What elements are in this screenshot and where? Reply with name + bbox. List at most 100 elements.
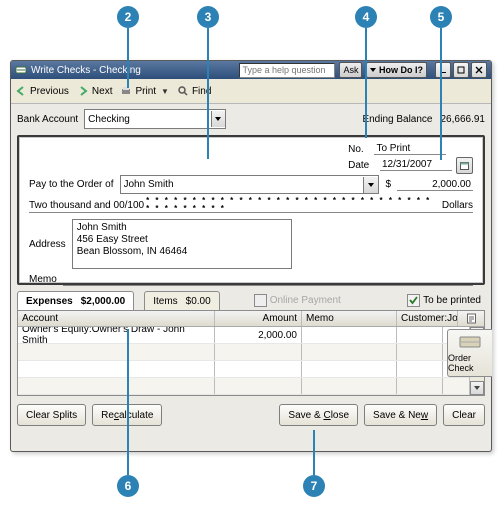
clear-splits-button[interactable]: Clear Splits — [17, 404, 86, 426]
save-new-label: Save & New — [373, 410, 428, 421]
cell-memo[interactable] — [302, 327, 397, 343]
calendar-button[interactable] — [456, 157, 473, 174]
button-bar: Clear Splits Recalculate Save & Close Sa… — [17, 404, 485, 426]
col-billable[interactable] — [458, 311, 484, 326]
tab-expenses-label: Expenses — [26, 296, 73, 307]
help-question-input[interactable] — [239, 63, 335, 78]
tabs-row: Expenses $2,000.00 Items $0.00 Online Pa… — [17, 291, 485, 310]
table-row[interactable]: Owner's Equity:Owner's Draw - John Smith… — [18, 327, 469, 344]
ending-balance-value: 26,666.91 — [441, 114, 486, 125]
close-button[interactable] — [471, 62, 487, 78]
previous-label: Previous — [30, 86, 69, 97]
callout-7: 7 — [303, 475, 325, 497]
amount-words: Two thousand and 00/100 — [29, 200, 144, 211]
memo-field[interactable] — [63, 273, 473, 286]
cell-amount[interactable]: 2,000.00 — [215, 327, 302, 343]
currency-symbol: $ — [385, 179, 391, 190]
bank-account-label: Bank Account — [17, 114, 78, 125]
callout-2: 2 — [117, 6, 139, 28]
scroll-down-button[interactable] — [470, 381, 484, 395]
titlebar: Write Checks - Checking Ask How Do I? — [11, 61, 491, 79]
dollars-label: Dollars — [442, 200, 473, 211]
leader-3 — [207, 28, 209, 159]
save-close-label: Save & Close — [288, 410, 349, 421]
ask-button[interactable]: Ask — [339, 62, 362, 78]
address-row: Address John Smith 456 Easy Street Bean … — [29, 219, 473, 269]
save-close-button[interactable]: Save & Close — [279, 404, 358, 426]
content-area: Bank Account Ending Balance 26,666.91 No… — [11, 104, 491, 432]
payee-input[interactable] — [121, 179, 363, 190]
col-amount[interactable]: Amount — [215, 311, 302, 326]
col-memo[interactable]: Memo — [302, 311, 397, 326]
check-face: No. To Print Date 12/31/2007 Pay to the … — [17, 135, 485, 285]
check-date-value[interactable]: 12/31/2007 — [380, 159, 452, 171]
address-label: Address — [29, 239, 66, 250]
table-row[interactable] — [18, 361, 469, 378]
callout-5: 5 — [430, 6, 452, 28]
bank-account-input[interactable] — [85, 114, 210, 125]
pay-to-row: Pay to the Order of $ 2,000.00 — [29, 175, 473, 194]
address-line-1: John Smith — [77, 222, 287, 234]
table-row[interactable] — [18, 344, 469, 361]
address-line-2: 456 Easy Street — [77, 234, 287, 246]
leader-2 — [127, 28, 129, 88]
callout-6: 6 — [117, 475, 139, 497]
filler-dots: * * * * * * * * * * * * * * * * * * * * … — [146, 197, 440, 213]
checkbook-icon — [458, 333, 482, 351]
grid-rows: Owner's Equity:Owner's Draw - John Smith… — [18, 327, 469, 395]
tab-items-amount: $0.00 — [186, 296, 211, 307]
tab-items[interactable]: Items $0.00 — [144, 291, 219, 310]
cell-customer[interactable] — [397, 327, 443, 343]
table-row[interactable] — [18, 378, 469, 395]
clear-button[interactable]: Clear — [443, 404, 485, 426]
address-line-3: Bean Blossom, IN 46464 — [77, 246, 287, 258]
check-amount-field[interactable]: 2,000.00 — [397, 179, 473, 191]
payee-combo[interactable] — [120, 175, 380, 194]
col-account[interactable]: Account — [18, 311, 215, 326]
address-box[interactable]: John Smith 456 Easy Street Bean Blossom,… — [72, 219, 292, 269]
tab-expenses[interactable]: Expenses $2,000.00 — [17, 291, 134, 310]
next-label: Next — [92, 86, 113, 97]
chevron-down-icon[interactable] — [211, 111, 226, 127]
invoice-icon — [466, 313, 477, 324]
viewport: 2 3 4 5 6 7 Write Checks - Checking Ask … — [0, 0, 500, 506]
to-be-printed-label: To be printed — [423, 295, 481, 306]
checkbox-checked-icon — [407, 294, 420, 307]
print-label: Print — [135, 86, 156, 97]
order-check-button[interactable]: Order Check — [447, 329, 492, 377]
check-number-date: No. To Print Date 12/31/2007 — [348, 141, 473, 173]
check-date-label: Date — [348, 160, 369, 171]
cell-account[interactable]: Owner's Equity:Owner's Draw - John Smith — [18, 327, 215, 343]
expense-grid: Account Amount Memo Customer:Job Owner's… — [17, 310, 485, 396]
checkbox-icon — [254, 294, 267, 307]
order-check-label: Order Check — [448, 353, 492, 373]
dropdown-icon — [370, 67, 376, 73]
maximize-button[interactable] — [453, 62, 469, 78]
previous-button[interactable]: Previous — [15, 85, 69, 97]
toolbar: Previous Next Print▼ Find — [11, 79, 491, 104]
how-do-i-button[interactable]: How Do I? — [366, 62, 427, 78]
ending-balance: Ending Balance 26,666.91 — [362, 114, 485, 125]
memo-label: Memo — [29, 274, 57, 285]
minimize-button[interactable] — [435, 62, 451, 78]
online-payment-checkbox: Online Payment — [254, 294, 341, 307]
tab-expenses-amount: $2,000.00 — [81, 296, 126, 307]
next-button[interactable]: Next — [77, 85, 113, 97]
save-new-button[interactable]: Save & New — [364, 404, 437, 426]
bank-account-combo[interactable] — [84, 109, 226, 129]
check-no-value[interactable]: To Print — [374, 143, 446, 155]
memo-row: Memo — [29, 273, 473, 286]
to-be-printed-checkbox[interactable]: To be printed — [407, 294, 481, 307]
col-customer-job[interactable]: Customer:Job — [397, 311, 458, 326]
ending-balance-label: Ending Balance — [362, 114, 432, 125]
chevron-down-icon[interactable] — [363, 177, 379, 193]
leader-7 — [313, 430, 315, 475]
callout-4: 4 — [355, 6, 377, 28]
dropdown-icon: ▼ — [161, 87, 169, 96]
leader-5 — [440, 28, 442, 160]
write-checks-window: Write Checks - Checking Ask How Do I? Pr… — [10, 60, 492, 452]
amount-words-row: Two thousand and 00/100 * * * * * * * * … — [29, 198, 473, 213]
window-controls — [435, 62, 487, 78]
grid-body: Owner's Equity:Owner's Draw - John Smith… — [18, 327, 484, 395]
callout-3: 3 — [197, 6, 219, 28]
